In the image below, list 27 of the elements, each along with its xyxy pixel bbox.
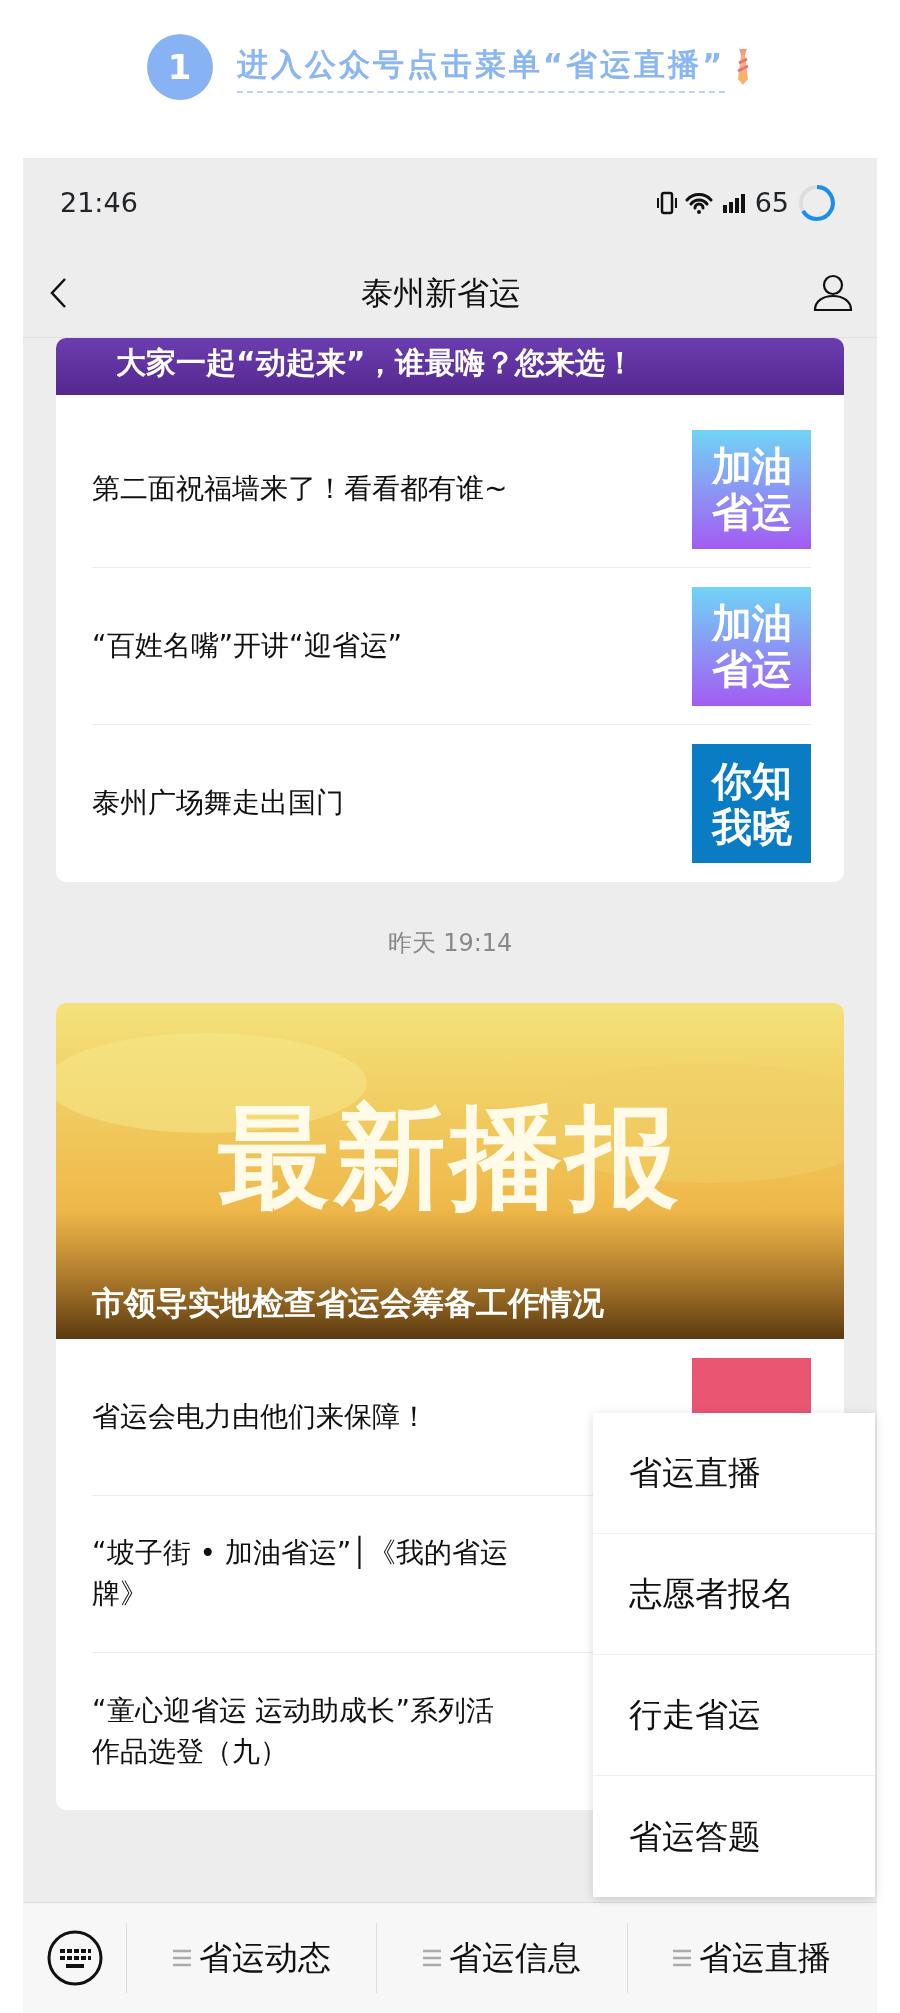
- thumbnail-label: 省运: [711, 489, 792, 535]
- article-title[interactable]: “童心迎省运 运动助成长”系列活 作品选登（九）: [92, 1690, 494, 1773]
- status-time: 21:46: [60, 185, 138, 220]
- timestamp: 昨天 19:14: [387, 927, 513, 959]
- menu-tab[interactable]: 省运直播: [626, 1923, 877, 1993]
- page-title: 泰州新省运: [361, 272, 521, 314]
- banner-title[interactable]: 大家一起“动起来”，谁最嗨？您来选！: [56, 338, 844, 395]
- article-title[interactable]: “百姓名嘴”开讲“迎省运”: [92, 625, 403, 667]
- article-title[interactable]: “坡子街 • 加油省运”│《我的省运 牌》: [92, 1533, 509, 1615]
- thumbnail-label: 省运: [711, 646, 792, 692]
- menu-item[interactable]: 志愿者报名: [593, 1534, 875, 1655]
- thumbnail-label: 加油: [711, 443, 792, 489]
- step-title: 进入公众号点击菜单“省运直播”: [236, 40, 726, 94]
- menu-tab[interactable]: 省运信息: [376, 1923, 627, 1993]
- thumbnail-label: 我晓: [711, 803, 792, 850]
- article-title[interactable]: 省运会电力由他们来保障！: [92, 1396, 428, 1438]
- battery-level: 65: [754, 185, 789, 220]
- thumbnail-label: 你知: [711, 757, 792, 804]
- step-number: 1: [146, 34, 213, 100]
- menu-item[interactable]: 行走省运: [593, 1655, 875, 1776]
- article-title[interactable]: 泰州广场舞走出国门: [92, 783, 344, 824]
- thumbnail-label: 加油: [711, 600, 792, 646]
- menu-item[interactable]: 省运答题: [593, 1776, 875, 1897]
- menu-tab[interactable]: 省运动态: [126, 1923, 377, 1993]
- menu-item[interactable]: 省运直播: [593, 1413, 875, 1534]
- cover-headline: 最新播报: [217, 1091, 683, 1224]
- article-title[interactable]: 第二面祝福墙来了！看看都有谁~: [92, 468, 508, 510]
